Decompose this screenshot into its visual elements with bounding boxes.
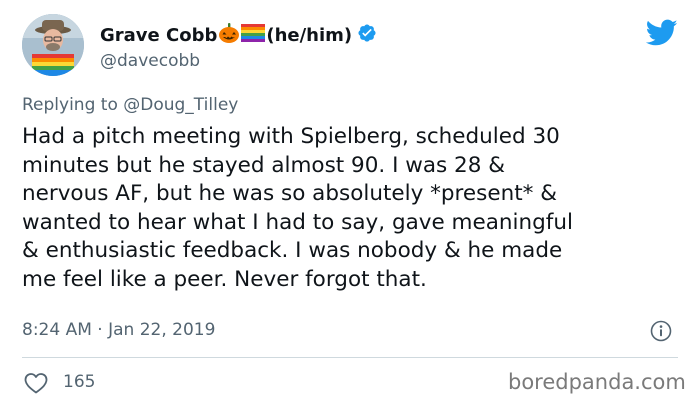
author-pronouns: (he/him) [266, 24, 353, 46]
avatar[interactable] [22, 14, 84, 76]
tweet-text-line: minutes but he stayed almost 90. I was 2… [22, 152, 505, 178]
info-icon[interactable] [650, 320, 672, 342]
twitter-bird-icon[interactable] [645, 19, 678, 47]
tweet-text-line: Had a pitch meeting with Spielberg, sche… [22, 124, 560, 149]
tweet-timestamp[interactable]: 8:24 AM · Jan 22, 2019 [22, 320, 215, 340]
pumpkin-emoji-icon [218, 22, 240, 48]
heart-icon[interactable] [24, 372, 48, 394]
divider [22, 357, 678, 358]
tweet-text-line: nervous AF, but he was so absolutely *pr… [22, 181, 557, 207]
reply-context: Replying to @Doug_Tilley [22, 95, 238, 115]
rainbow-flag-emoji-icon [241, 24, 266, 46]
boredpanda-watermark: boredpanda.com [508, 370, 686, 394]
like-count[interactable]: 165 [63, 372, 95, 392]
verified-badge-icon [357, 23, 377, 47]
tweet-text-line: me feel like a peer. Never forgot that. [22, 266, 427, 292]
author-handle[interactable]: @davecobb [100, 51, 200, 71]
tweet-text-line: wanted to hear what I had to say, gave m… [22, 209, 573, 235]
reply-to-handle-link[interactable]: @Doug_Tilley [123, 95, 238, 115]
reply-prefix: Replying to [22, 95, 124, 115]
author-display-name[interactable]: Grave Cobb [100, 25, 217, 46]
tweet-card: Grave Cobb (he/him) @davecobb Replying t… [0, 0, 700, 410]
tweet-text-line: & enthusiastic feedback. I was nobody & … [22, 238, 563, 264]
tweet-text: Had a pitch meeting with Spielberg, sche… [22, 123, 692, 295]
author-name-row[interactable]: Grave Cobb (he/him) [100, 22, 377, 48]
